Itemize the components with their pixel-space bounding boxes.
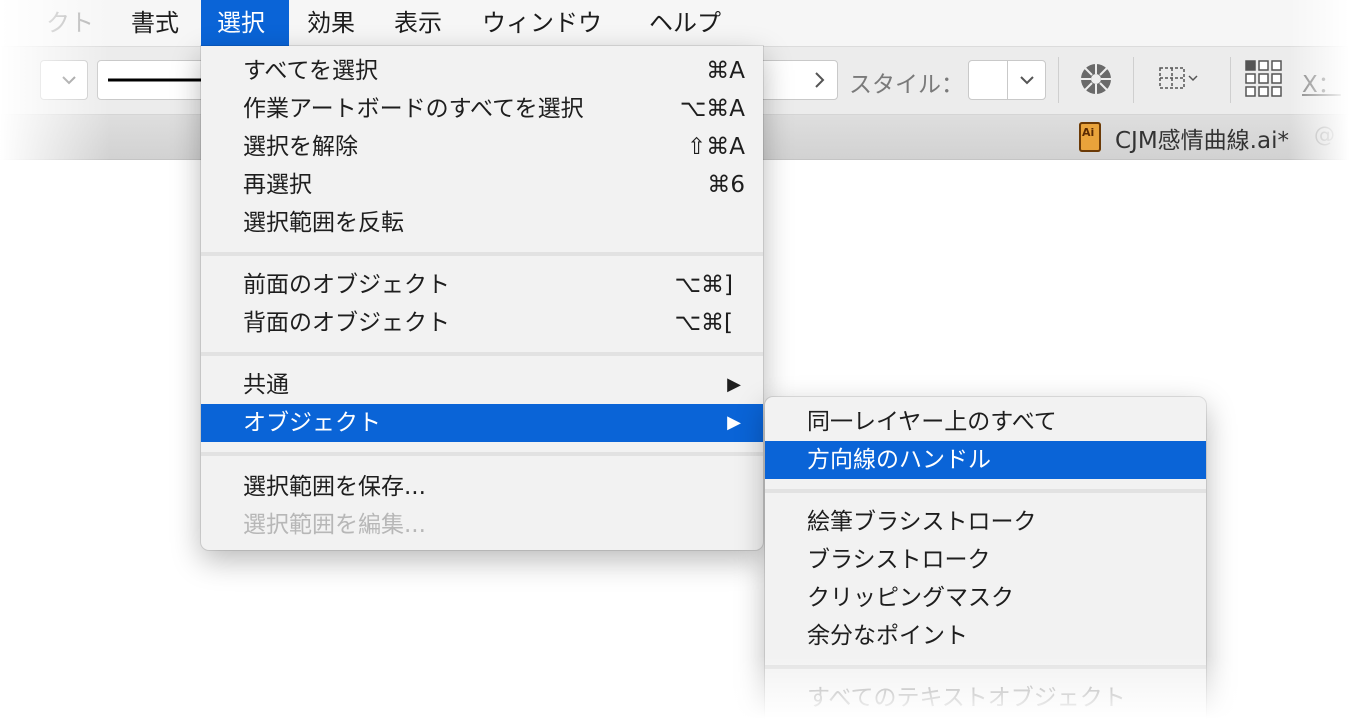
menu-effect[interactable]: 効果	[291, 0, 371, 46]
brush-next-button[interactable]	[760, 60, 838, 100]
submenu-item-direction-handles[interactable]: 方向線のハンドル	[765, 441, 1206, 479]
select-menu: すべてを選択 ⌘A 作業アートボードのすべてを選択 ⌥⌘A 選択を解除 ⇧⌘A 再選択…	[201, 46, 763, 550]
screen: クト 書式 選択 効果 表示 ウィンドウ ヘルプ スタイル： X： CJM感情曲…	[0, 0, 1349, 726]
chevron-down-icon	[62, 76, 76, 85]
menu-item-save-selection[interactable]: 選択範囲を保存...	[201, 468, 763, 506]
menu-separator	[201, 352, 763, 356]
file-icon-text: Ai	[1082, 126, 1095, 139]
toolbar-divider	[1230, 57, 1231, 103]
menu-item-select-all[interactable]: すべてを選択 ⌘A	[201, 52, 763, 90]
menu-item-select-all-artboard[interactable]: 作業アートボードのすべてを選択 ⌥⌘A	[201, 90, 763, 128]
menu-item-inverse[interactable]: 選択範囲を反転	[201, 204, 763, 242]
align-grid-icon[interactable]	[1157, 63, 1207, 95]
menu-window[interactable]: ウィンドウ	[466, 0, 618, 46]
submenu-item-bristle-brush-strokes[interactable]: 絵筆ブラシストローク	[765, 503, 1206, 541]
chevron-right-icon	[815, 72, 825, 88]
menu-view[interactable]: 表示	[378, 0, 458, 46]
submenu-arrow-icon: ▶	[727, 412, 741, 433]
x-coordinate-label: X：	[1302, 72, 1341, 98]
menu-separator	[201, 452, 763, 456]
document-zoom-text: @	[1314, 123, 1335, 147]
menu-help[interactable]: ヘルプ	[633, 0, 737, 46]
menu-item-same[interactable]: 共通 ▶	[201, 366, 763, 404]
menu-object-partial[interactable]: クト	[30, 0, 110, 46]
style-dropdown[interactable]	[968, 60, 1046, 100]
toolbar-divider	[1058, 57, 1059, 103]
illustrator-file-icon: Ai	[1079, 122, 1101, 152]
document-tab-title[interactable]: CJM感情曲線.ai*	[1115, 121, 1289, 155]
menu-item-object[interactable]: オブジェクト ▶	[201, 404, 763, 442]
menu-type[interactable]: 書式	[115, 0, 195, 46]
submenu-item-brush-strokes[interactable]: ブラシストローク	[765, 541, 1206, 579]
submenu-item-stray-points[interactable]: 余分なポイント	[765, 617, 1206, 655]
menu-separator	[765, 665, 1206, 669]
menu-item-next-object-below[interactable]: 背面のオブジェクト ⌥⌘[	[201, 304, 763, 342]
menu-item-next-object-above[interactable]: 前面のオブジェクト ⌥⌘]	[201, 266, 763, 304]
menu-separator	[765, 489, 1206, 493]
menu-item-reselect[interactable]: 再選択 ⌘6	[201, 166, 763, 204]
submenu-item-clipping-masks[interactable]: クリッピングマスク	[765, 579, 1206, 617]
menu-item-edit-selection: 選択範囲を編集...	[243, 512, 426, 538]
style-label: スタイル：	[849, 72, 964, 98]
menu-select[interactable]: 選択	[201, 0, 289, 46]
recolor-artwork-icon[interactable]	[1078, 61, 1114, 97]
menu-bar: クト 書式 選択 効果 表示 ウィンドウ ヘルプ	[0, 0, 1349, 47]
stroke-dropdown[interactable]	[40, 60, 88, 100]
object-submenu: 同一レイヤー上のすべて 方向線のハンドル 絵筆ブラシストローク ブラシストローク…	[765, 397, 1206, 726]
menu-item-deselect[interactable]: 選択を解除 ⇧⌘A	[201, 128, 763, 166]
submenu-item-all-on-same-layer[interactable]: 同一レイヤー上のすべて	[765, 403, 1206, 441]
transform-reference-icon[interactable]	[1244, 59, 1284, 99]
submenu-item-all-text-objects[interactable]: すべてのテキストオブジェクト	[765, 679, 1206, 717]
submenu-arrow-icon: ▶	[727, 374, 741, 395]
toolbar-divider	[1133, 57, 1134, 103]
menu-separator	[201, 252, 763, 256]
